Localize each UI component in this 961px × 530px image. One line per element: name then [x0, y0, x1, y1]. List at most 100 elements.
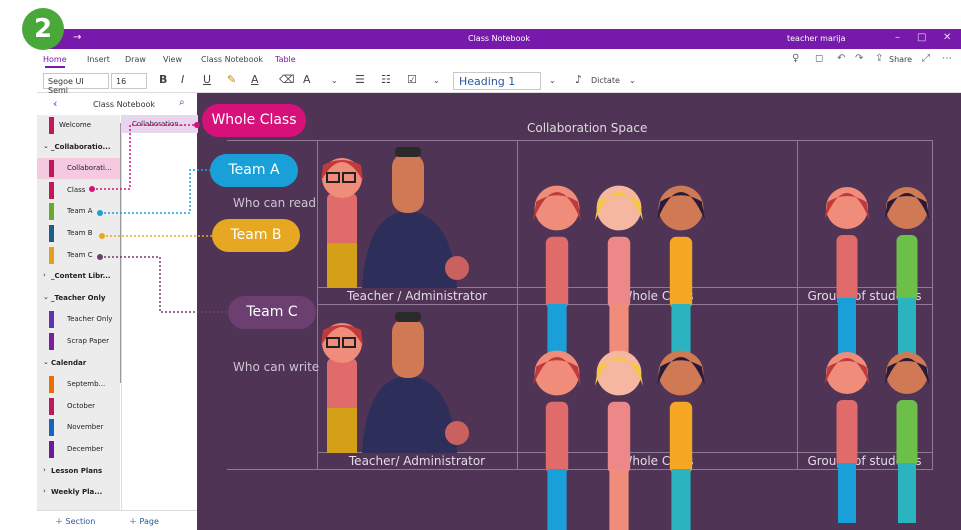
whole-class-figure — [545, 236, 569, 309]
section-label: Team A — [67, 207, 93, 216]
section-group-chevron-icon[interactable]: › — [43, 466, 46, 474]
fullscreen-icon[interactable]: ⤢ — [922, 53, 930, 64]
notebook-name[interactable]: Class Notebook — [93, 100, 155, 109]
ribbon-tabs: Home Insert Draw View Class Notebook Tab… — [37, 49, 961, 69]
search-icon[interactable]: ⌕ — [179, 97, 185, 108]
microphone-icon[interactable]: ♪ — [575, 73, 582, 86]
tab-draw[interactable]: Draw — [125, 55, 146, 64]
paragraph-style-select[interactable]: Heading 1 — [453, 72, 541, 90]
section-item[interactable]: Scrap Paper — [37, 331, 120, 352]
step-number-badge: 2 — [22, 8, 64, 50]
close-icon[interactable]: ✕ — [943, 32, 951, 43]
callout-team-c: Team C — [228, 296, 316, 329]
section-label: Septemb... — [67, 380, 106, 389]
section-label: October — [67, 401, 96, 410]
chevron-down-icon[interactable]: ⌄ — [331, 76, 338, 85]
style-chevron-icon[interactable]: ⌄ — [549, 76, 556, 85]
bold-icon[interactable]: B — [159, 73, 167, 86]
tag-chevron-icon[interactable]: ⌄ — [433, 76, 440, 85]
redo-icon[interactable]: ↷ — [855, 53, 863, 64]
section-item[interactable]: › Lesson Plans — [37, 461, 120, 482]
section-item[interactable]: Team A — [37, 201, 120, 222]
share-button[interactable]: Share — [889, 55, 912, 64]
undo-icon[interactable]: ↶ — [837, 53, 845, 64]
section-label: November — [67, 423, 104, 432]
underline-icon[interactable]: U — [203, 73, 211, 86]
italic-icon[interactable]: I — [181, 73, 184, 86]
section-color-tab — [49, 419, 54, 437]
tab-view[interactable]: View — [163, 55, 182, 64]
section-group-chevron-icon[interactable]: ⌄ — [43, 293, 49, 301]
section-item[interactable]: › Weekly Pla... — [37, 482, 120, 503]
section-item[interactable]: Septemb... — [37, 374, 120, 395]
callout-team-b: Team B — [212, 219, 300, 252]
group-figure — [836, 400, 858, 468]
font-family-input[interactable]: Segoe UI Semi — [43, 73, 109, 95]
more-options-icon[interactable]: ⋯ — [942, 53, 952, 64]
tab-home[interactable]: Home — [43, 55, 67, 64]
teacher-row2-man-body — [362, 376, 457, 453]
highlighter-icon[interactable]: ✎ — [227, 73, 236, 86]
text-effects-icon[interactable]: A — [303, 73, 311, 86]
whole-class-figure-legs — [671, 469, 691, 530]
section-label: Calendar — [51, 358, 87, 367]
section-item[interactable]: December — [37, 439, 120, 460]
callout-whole-class: Whole Class — [202, 104, 306, 137]
section-item[interactable]: Team C — [37, 245, 120, 266]
section-color-tab — [49, 333, 54, 350]
active-tab-underline — [45, 66, 65, 68]
minimize-icon[interactable]: – — [895, 32, 900, 43]
section-item[interactable]: Collaborati... — [37, 158, 120, 180]
formatting-toolbar: Segoe UI Semi 16 B I U ✎ A ⌫ A ⌄ ☰ ☷ ☑ ⌄… — [37, 69, 961, 95]
section-item[interactable]: ⌄ _Teacher Only — [37, 288, 120, 309]
tab-table[interactable]: Table — [275, 55, 296, 64]
section-label: Team B — [67, 229, 93, 237]
section-item[interactable]: November — [37, 417, 120, 438]
section-item[interactable]: Teacher Only — [37, 309, 120, 330]
section-item[interactable]: › _Content Libr... — [37, 266, 120, 287]
lightbulb-icon[interactable]: ♀ — [792, 53, 799, 64]
section-group-chevron-icon[interactable]: ⌄ — [43, 142, 49, 150]
teacher-row2-man-head — [392, 318, 424, 378]
section-item[interactable]: Team B — [37, 223, 120, 244]
section-item[interactable]: Welcome — [37, 115, 120, 136]
teacher-row1-woman-skirt — [327, 243, 357, 288]
section-color-tab — [49, 225, 54, 242]
section-item[interactable]: ⌄ _Collaboratio... — [37, 137, 120, 158]
whole-class-figure — [607, 236, 631, 309]
whole-class-figure — [669, 236, 693, 309]
numbered-list-icon[interactable]: ☷ — [381, 73, 391, 86]
restore-icon[interactable]: □ — [917, 32, 926, 43]
section-group-chevron-icon[interactable]: › — [43, 271, 46, 279]
notifications-icon[interactable]: ◻ — [815, 53, 823, 64]
user-name[interactable]: teacher marija — [787, 34, 846, 43]
tab-insert[interactable]: Insert — [87, 55, 110, 64]
section-item[interactable]: ⌄ Calendar — [37, 353, 120, 374]
teacher-row1-man-hand — [445, 256, 469, 280]
font-color-icon[interactable]: A — [251, 73, 259, 86]
bullet-list-icon[interactable]: ☰ — [355, 73, 365, 86]
group-figure — [896, 235, 918, 303]
navigation-pane: ‹ Class Notebook ⌕ Welcome ⌄ _Collaborati… — [37, 93, 198, 530]
back-chevron-icon[interactable]: ‹ — [53, 97, 57, 110]
clear-format-icon[interactable]: ⌫ — [279, 73, 295, 86]
dictate-button[interactable]: Dictate — [591, 76, 620, 85]
section-group-chevron-icon[interactable]: ⌄ — [43, 358, 49, 366]
whole-class-figure — [669, 401, 693, 474]
teacher-row1-man-body — [362, 211, 457, 288]
section-item[interactable]: Class — [37, 180, 120, 201]
tab-class-notebook[interactable]: Class Notebook — [201, 55, 263, 64]
section-item[interactable]: October — [37, 396, 120, 417]
page-item-collaboration[interactable]: Collaboration... — [122, 115, 198, 133]
dictate-chevron-icon[interactable]: ⌄ — [629, 76, 636, 85]
share-icon[interactable]: ⇪ — [875, 53, 883, 64]
group-figure — [896, 400, 918, 468]
page-list: Collaboration... — [121, 115, 198, 510]
add-section-button[interactable]: ＋ Section — [55, 516, 95, 527]
section-color-tab — [49, 203, 54, 221]
add-page-button[interactable]: ＋ Page — [129, 516, 159, 527]
checkbox-tag-icon[interactable]: ☑ — [407, 73, 417, 86]
font-size-input[interactable]: 16 — [111, 73, 147, 89]
section-group-chevron-icon[interactable]: › — [43, 487, 46, 495]
section-label: Teacher Only — [67, 315, 113, 324]
